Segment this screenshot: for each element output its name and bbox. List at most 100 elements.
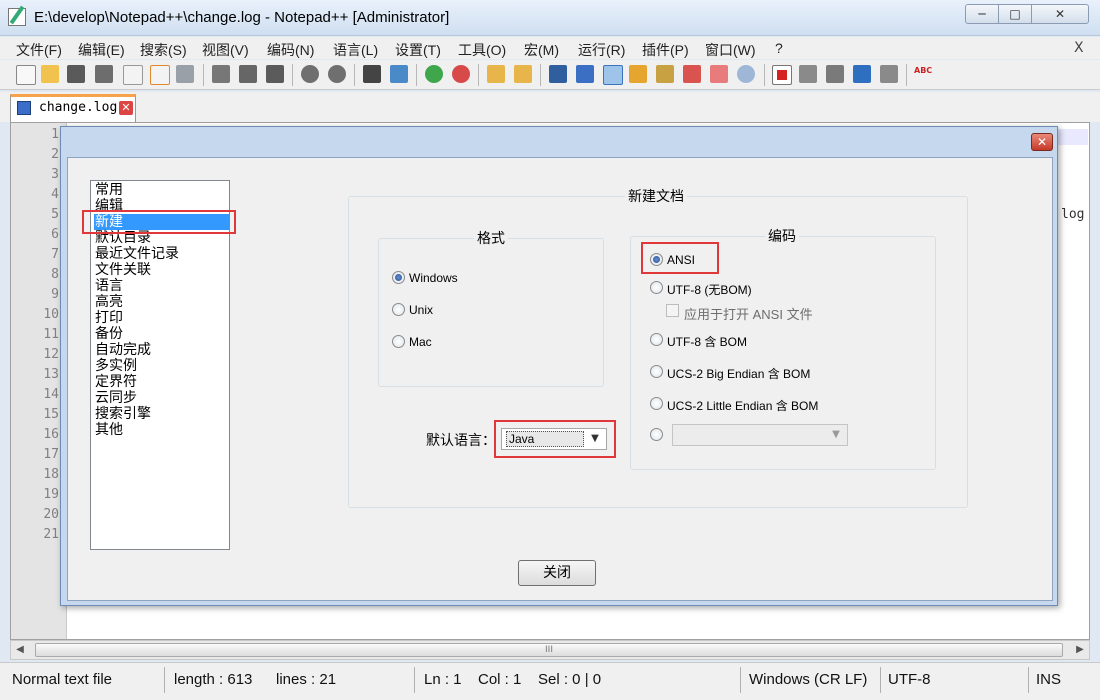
list-item[interactable]: 高亮 xyxy=(94,294,229,310)
close-all-icon[interactable] xyxy=(150,65,170,85)
run-macro-multiple-icon[interactable] xyxy=(853,65,871,83)
save-all-icon[interactable] xyxy=(95,65,113,83)
radio-mac[interactable] xyxy=(392,335,405,348)
list-item[interactable]: 其他 xyxy=(94,422,229,438)
encoding-group-title: 编码 xyxy=(765,226,799,246)
menu-edit[interactable]: 编辑(E) xyxy=(78,40,125,60)
indent-guide-icon[interactable] xyxy=(603,65,623,85)
close-button[interactable]: 关闭 xyxy=(518,560,596,586)
menu-settings[interactable]: 设置(T) xyxy=(395,40,441,60)
minimize-button[interactable]: ─ xyxy=(965,4,999,24)
list-item[interactable]: 定界符 xyxy=(94,374,229,390)
line-number: 2 xyxy=(51,147,59,162)
paste-icon[interactable] xyxy=(266,65,284,83)
eye-icon[interactable] xyxy=(737,65,755,83)
window-close-button[interactable]: ✕ xyxy=(1031,4,1089,24)
replace-icon[interactable] xyxy=(390,65,408,83)
doc-map-icon[interactable] xyxy=(629,65,647,83)
radio-utf8-nobom-label[interactable]: UTF-8 (无BOM) xyxy=(667,281,752,298)
spell-check-icon[interactable]: ABC xyxy=(914,65,936,83)
dialog-close-button[interactable]: ✕ xyxy=(1031,133,1053,151)
line-number: 20 xyxy=(43,507,59,522)
copy-icon[interactable] xyxy=(239,65,257,83)
cut-icon[interactable] xyxy=(212,65,230,83)
status-eol: Windows (CR LF) xyxy=(749,671,868,688)
list-item[interactable]: 常用 xyxy=(94,182,229,198)
scroll-right-icon[interactable]: ▶ xyxy=(1071,641,1089,659)
scroll-left-icon[interactable]: ◀ xyxy=(11,641,29,659)
open-file-icon[interactable] xyxy=(41,65,59,83)
close-document-x[interactable]: X xyxy=(1074,40,1084,56)
radio-utf8-nobom[interactable] xyxy=(650,281,663,294)
radio-ucs2-le-label[interactable]: UCS-2 Little Endian 含 BOM xyxy=(667,397,818,414)
find-icon[interactable] xyxy=(363,65,381,83)
list-item[interactable]: 云同步 xyxy=(94,390,229,406)
function-list-icon[interactable] xyxy=(656,65,674,83)
menu-macro[interactable]: 宏(M) xyxy=(524,40,559,60)
apply-to-ansi-label[interactable]: 应用于打开 ANSI 文件 xyxy=(684,304,813,323)
menu-run[interactable]: 运行(R) xyxy=(578,40,625,60)
radio-other-encoding[interactable] xyxy=(650,428,663,441)
radio-ucs2-be-label[interactable]: UCS-2 Big Endian 含 BOM xyxy=(667,365,810,382)
radio-windows[interactable] xyxy=(392,271,405,284)
scroll-thumb[interactable]: III xyxy=(35,643,1063,657)
monitor-icon[interactable] xyxy=(710,65,728,83)
stop-record-icon[interactable] xyxy=(799,65,817,83)
folder-workspace-icon[interactable] xyxy=(683,65,701,83)
undo-icon[interactable] xyxy=(301,65,319,83)
menu-plugins[interactable]: 插件(P) xyxy=(642,40,689,60)
new-file-icon[interactable] xyxy=(16,65,36,85)
status-insert-mode: INS xyxy=(1036,671,1062,688)
zoom-out-icon[interactable] xyxy=(452,65,470,83)
close-file-icon[interactable] xyxy=(123,65,143,85)
radio-utf8-bom-label[interactable]: UTF-8 含 BOM xyxy=(667,333,747,350)
list-item[interactable]: 打印 xyxy=(94,310,229,326)
record-macro-icon[interactable] xyxy=(772,65,792,85)
list-item[interactable]: 备份 xyxy=(94,326,229,342)
redo-icon[interactable] xyxy=(328,65,346,83)
apply-to-ansi-checkbox[interactable] xyxy=(666,304,679,317)
save-icon[interactable] xyxy=(67,65,85,83)
list-item[interactable]: 文件关联 xyxy=(94,262,229,278)
save-macro-icon[interactable] xyxy=(880,65,898,83)
tab-close-icon[interactable]: ✕ xyxy=(119,101,133,115)
radio-windows-label[interactable]: Windows xyxy=(409,271,458,285)
list-item[interactable]: 最近文件记录 xyxy=(94,246,229,262)
show-all-chars-icon[interactable] xyxy=(576,65,594,83)
menu-encoding[interactable]: 编码(N) xyxy=(267,40,314,60)
list-item[interactable]: 多实例 xyxy=(94,358,229,374)
status-bar: Normal text file length : 613 lines : 21… xyxy=(0,662,1100,700)
menu-view[interactable]: 视图(V) xyxy=(202,40,249,60)
sync-horizontal-icon[interactable] xyxy=(514,65,532,83)
menu-language[interactable]: 语言(L) xyxy=(333,40,378,60)
line-number: 14 xyxy=(43,387,59,402)
print-icon[interactable] xyxy=(176,65,194,83)
line-number: 12 xyxy=(43,347,59,362)
zoom-in-icon[interactable] xyxy=(425,65,443,83)
radio-mac-label[interactable]: Mac xyxy=(409,335,432,349)
menu-file[interactable]: 文件(F) xyxy=(16,40,62,60)
radio-unix[interactable] xyxy=(392,303,405,316)
list-item[interactable]: 自动完成 xyxy=(94,342,229,358)
radio-unix-label[interactable]: Unix xyxy=(409,303,433,317)
horizontal-scrollbar[interactable]: ◀ III ▶ xyxy=(10,640,1090,660)
menu-help[interactable]: ? xyxy=(775,40,783,56)
list-item[interactable]: 语言 xyxy=(94,278,229,294)
radio-ucs2-le[interactable] xyxy=(650,397,663,410)
menu-window[interactable]: 窗口(W) xyxy=(705,40,756,60)
category-list[interactable]: 常用 编辑 新建 默认目录 最近文件记录 文件关联 语言 高亮 打印 备份 自动… xyxy=(90,180,230,550)
menu-search[interactable]: 搜索(S) xyxy=(140,40,187,60)
other-encoding-select[interactable]: ▼ xyxy=(672,424,848,446)
radio-utf8-bom[interactable] xyxy=(650,333,663,346)
status-ln: Ln : 1 xyxy=(424,671,462,688)
line-number: 16 xyxy=(43,427,59,442)
maximize-button[interactable]: □ xyxy=(998,4,1032,24)
tab-change-log[interactable]: change.log ✕ xyxy=(10,94,136,122)
play-macro-icon[interactable] xyxy=(826,65,844,83)
default-language-label: 默认语言： xyxy=(426,433,496,449)
sync-vertical-icon[interactable] xyxy=(487,65,505,83)
word-wrap-icon[interactable] xyxy=(549,65,567,83)
radio-ucs2-be[interactable] xyxy=(650,365,663,378)
list-item[interactable]: 搜索引擎 xyxy=(94,406,229,422)
menu-tools[interactable]: 工具(O) xyxy=(458,40,506,60)
